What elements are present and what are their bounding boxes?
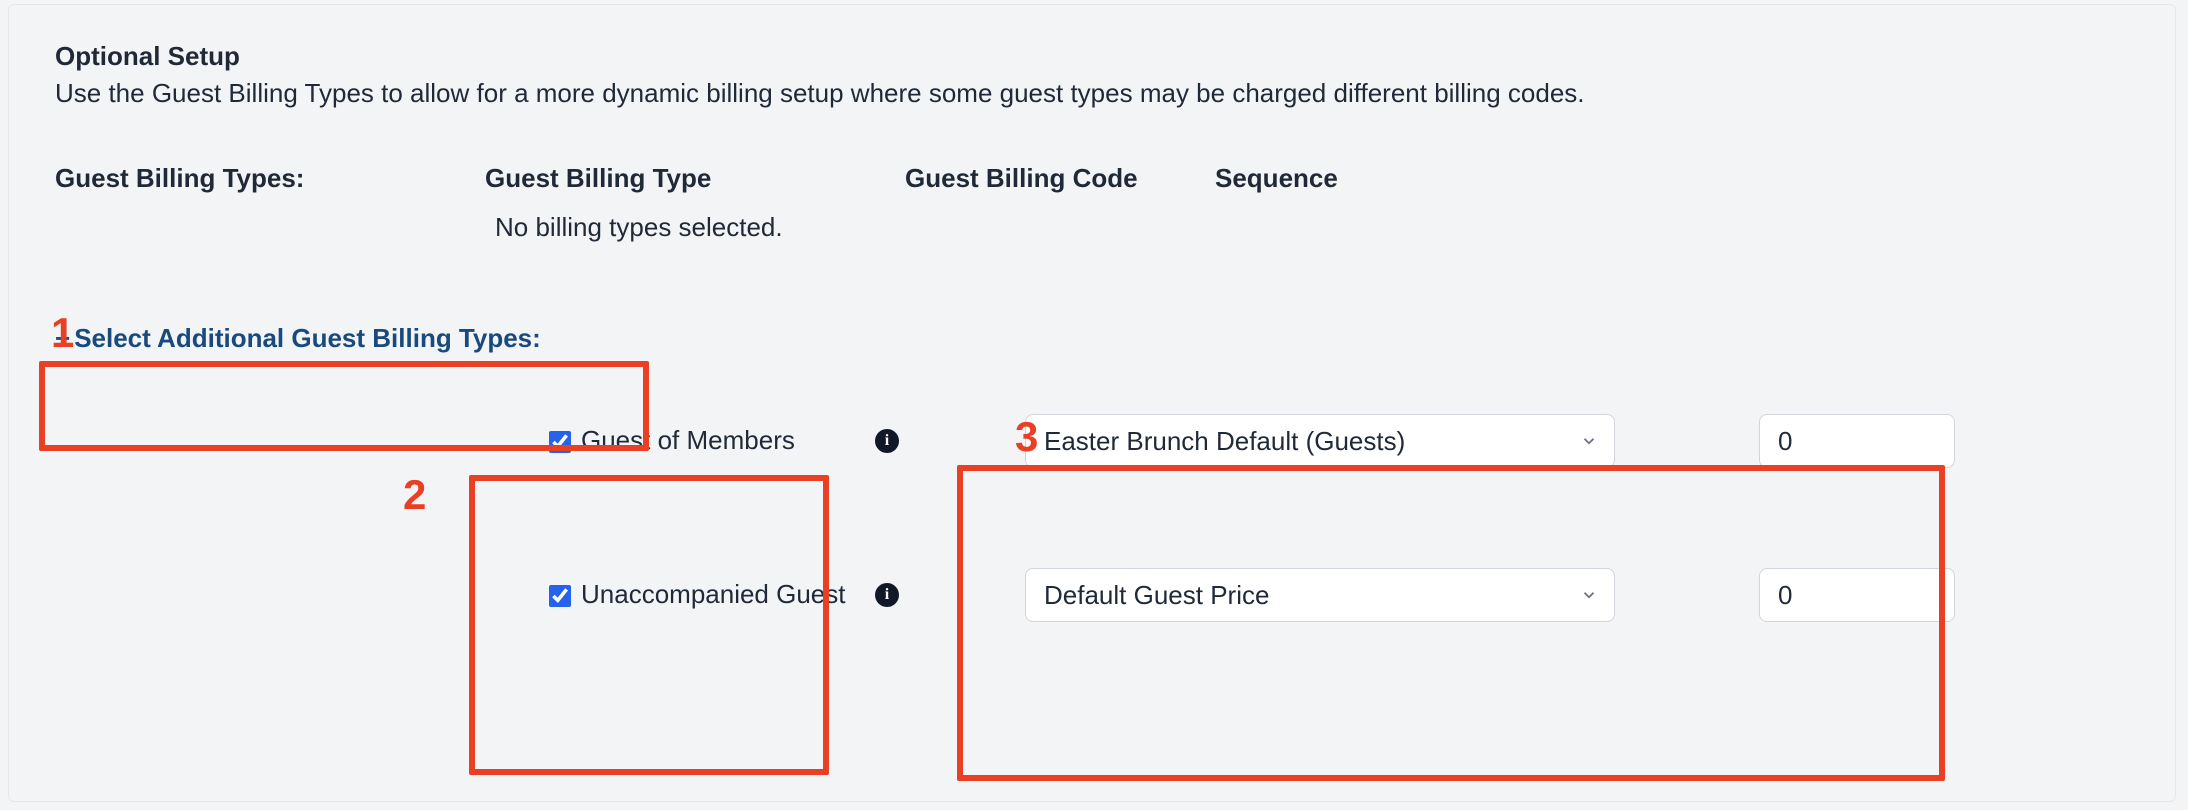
chevron-down-icon: [1580, 580, 1598, 611]
guest-of-members-label: Guest of Members: [581, 423, 795, 458]
add-link-label: Select Additional Guest Billing Types:: [74, 323, 541, 354]
column-header-sequence: Sequence: [1215, 163, 1465, 194]
sequence-input-guest-of-members[interactable]: 0: [1759, 414, 1955, 468]
column-header-guest-billing-code: Guest Billing Code: [905, 163, 1215, 194]
billing-code-select-guest-of-members[interactable]: Easter Brunch Default (Guests): [1025, 414, 1615, 468]
column-header-guest-billing-type: Guest Billing Type: [485, 163, 905, 194]
billing-code-select-unaccompanied-guest[interactable]: Default Guest Price: [1025, 568, 1615, 622]
billing-code-value: Default Guest Price: [1044, 580, 1269, 611]
section-title: Optional Setup: [55, 41, 2129, 72]
empty-state-text: No billing types selected.: [495, 212, 2129, 243]
unaccompanied-guest-label: Unaccompanied Guest: [581, 577, 845, 612]
select-additional-guest-billing-types-button[interactable]: + Select Additional Guest Billing Types:: [55, 321, 541, 356]
unaccompanied-guest-checkbox[interactable]: [549, 585, 571, 607]
sequence-input-unaccompanied-guest[interactable]: 0: [1759, 568, 1955, 622]
sequence-value: 0: [1778, 426, 1792, 457]
guest-type-row: Guest of Members i Easter Brunch Default…: [55, 406, 2129, 476]
billing-code-value: Easter Brunch Default (Guests): [1044, 426, 1405, 457]
guest-of-members-checkbox[interactable]: [549, 431, 571, 453]
chevron-down-icon: [1580, 426, 1598, 457]
plus-icon: +: [55, 323, 70, 354]
guest-type-row: Unaccompanied Guest i Default Guest Pric…: [55, 560, 2129, 630]
settings-card: Optional Setup Use the Guest Billing Typ…: [8, 4, 2176, 802]
section-description: Use the Guest Billing Types to allow for…: [55, 78, 2129, 109]
column-header-guest-billing-types: Guest Billing Types:: [55, 163, 485, 194]
sequence-value: 0: [1778, 580, 1792, 611]
info-icon[interactable]: i: [875, 583, 899, 607]
info-icon[interactable]: i: [875, 429, 899, 453]
